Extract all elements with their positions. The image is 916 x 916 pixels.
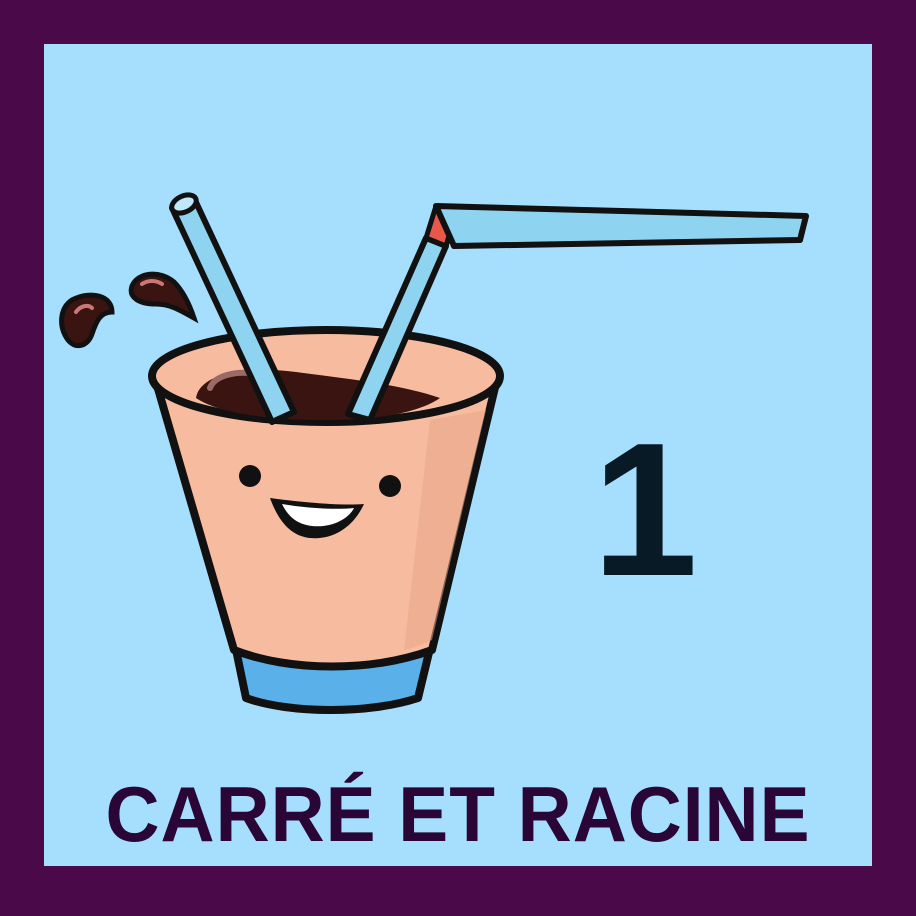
card-title: CARRÉ ET RACINE <box>105 770 811 858</box>
drink-splash-icon <box>59 271 199 349</box>
card-frame: 1 CARRÉ ET RACINE <box>0 0 916 916</box>
card-number: 1 <box>592 404 698 616</box>
